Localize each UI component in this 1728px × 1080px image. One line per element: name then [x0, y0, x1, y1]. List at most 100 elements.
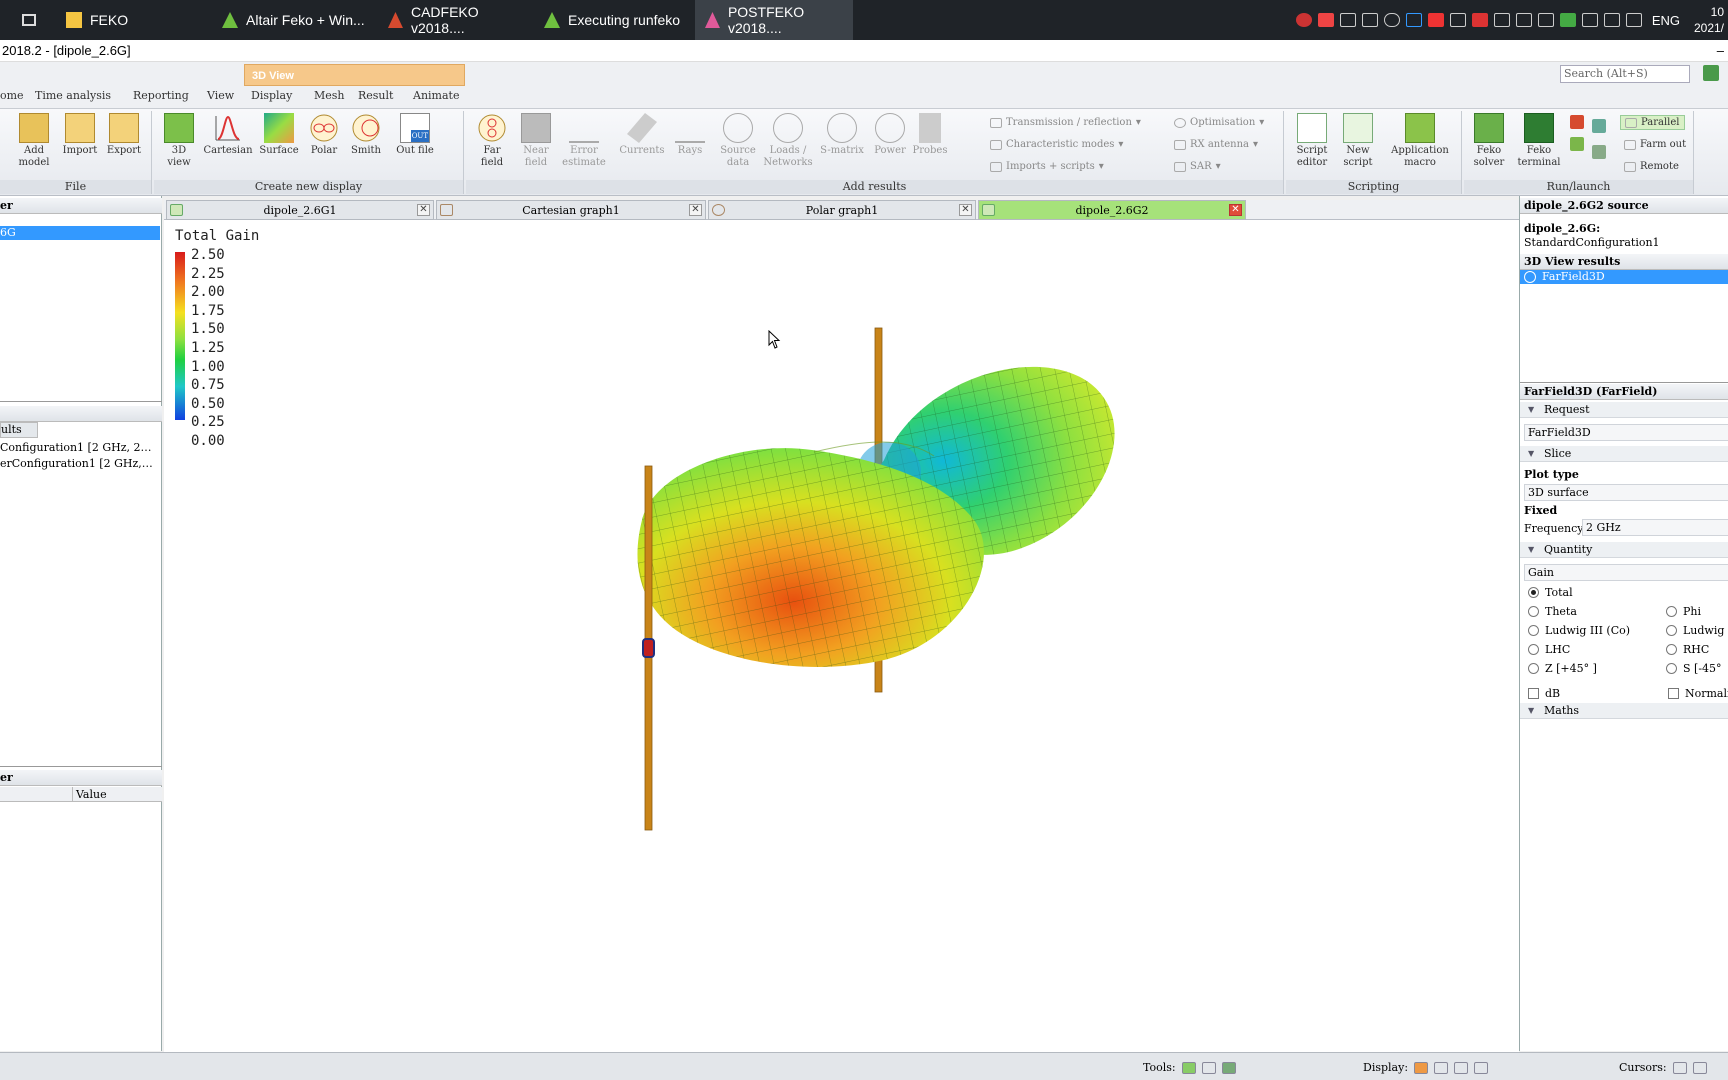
tab-display[interactable]: Display — [251, 89, 292, 102]
close-icon[interactable]: ✕ — [1229, 204, 1242, 216]
context-tab-3d-view[interactable]: 3D View — [244, 64, 465, 86]
radio-ludwig-cx[interactable]: Ludwig I — [1666, 624, 1728, 637]
taskbar-item-altair-feko[interactable]: Altair Feko + Win... — [212, 0, 372, 40]
display-icon[interactable] — [1434, 1061, 1449, 1074]
taskbar-item-runfeko[interactable]: Executing runfeko — [534, 0, 684, 40]
radio-ludwig-co[interactable]: Ludwig III (Co) — [1528, 624, 1630, 637]
probes-button[interactable]: Probes — [910, 113, 950, 157]
tray-app-icon[interactable] — [1427, 13, 1444, 27]
tab-dipole-2-6g1[interactable]: dipole_2.6G1 ✕ — [166, 200, 434, 220]
model-tree-item-selected[interactable]: 6G — [0, 226, 160, 240]
display-icon[interactable] — [1474, 1061, 1489, 1074]
plot-type-select[interactable]: 3D surface — [1524, 484, 1728, 501]
taskbar-item-feko-folder[interactable]: FEKO — [56, 0, 206, 40]
script-editor-button[interactable]: Script editor — [1290, 113, 1334, 169]
tab-cartesian-graph1[interactable]: Cartesian graph1 ✕ — [436, 200, 706, 220]
display-icon[interactable] — [1414, 1061, 1429, 1074]
cartesian-button[interactable]: Cartesian — [202, 113, 254, 157]
tab-animate[interactable]: Animate — [413, 89, 459, 102]
tray-app-icon[interactable] — [1471, 13, 1488, 27]
request-select[interactable]: FarField3D — [1524, 424, 1728, 441]
postfeko-launch-icon[interactable] — [1570, 137, 1584, 151]
radio-s45[interactable]: S [-45° — [1666, 662, 1722, 675]
radio-lhc[interactable]: LHC — [1528, 643, 1570, 656]
transmission-reflection-button[interactable]: Transmission / reflection ▾ — [990, 117, 1141, 128]
editfeko-launch-icon[interactable] — [1592, 119, 1606, 133]
polar-button[interactable]: Polar — [304, 113, 344, 157]
tool-icon[interactable] — [1201, 1061, 1216, 1074]
taskbar-item-cadfeko[interactable]: CADFEKO v2018.... — [378, 0, 528, 40]
export-button[interactable]: Export — [102, 113, 146, 157]
result-item-farfield3d[interactable]: FarField3D — [1520, 270, 1728, 284]
tool-icon[interactable] — [1221, 1061, 1236, 1074]
smith-button[interactable]: Smith — [346, 113, 386, 157]
network-icon[interactable] — [1559, 13, 1576, 27]
quantity-section-toggle[interactable]: Quantity — [1520, 542, 1728, 558]
wifi-icon[interactable] — [1625, 13, 1642, 27]
minimize-icon[interactable]: – — [1717, 40, 1724, 62]
task-view-button[interactable] — [12, 0, 46, 40]
tray-app-icon[interactable] — [1449, 13, 1466, 27]
tray-app-icon[interactable] — [1493, 13, 1510, 27]
3d-viewport[interactable]: Total Gain 2.50 2.25 2.00 1.75 1.50 1.25… — [164, 220, 1519, 1052]
currents-button[interactable]: Currents — [616, 113, 668, 157]
tray-app-icon[interactable] — [1537, 13, 1554, 27]
search-input[interactable]: Search (Alt+S) — [1560, 65, 1690, 83]
rx-antenna-button[interactable]: RX antenna ▾ — [1174, 139, 1258, 150]
tab-mesh[interactable]: Mesh — [314, 89, 345, 102]
volume-icon[interactable] — [1603, 13, 1620, 27]
printer-icon[interactable] — [1361, 13, 1378, 27]
near-field-button[interactable]: Near field — [516, 113, 556, 169]
feko-terminal-button[interactable]: Feko terminal — [1514, 113, 1564, 169]
tab-dipole-2-6g2[interactable]: dipole_2.6G2 ✕ — [978, 200, 1246, 220]
close-icon[interactable]: ✕ — [689, 204, 702, 216]
surface-button[interactable]: Surface — [256, 113, 302, 157]
bluetooth-icon[interactable] — [1405, 13, 1422, 27]
tab-time-analysis[interactable]: Time analysis — [35, 89, 111, 102]
tool-icon[interactable] — [1181, 1061, 1196, 1074]
s-matrix-button[interactable]: S-matrix — [816, 113, 868, 157]
tab-polar-graph1[interactable]: Polar graph1 ✕ — [708, 200, 976, 220]
new-script-button[interactable]: New script — [1336, 113, 1380, 169]
monitor-icon[interactable] — [1581, 13, 1598, 27]
db-checkbox[interactable]: dB — [1528, 687, 1560, 700]
taskbar-item-postfeko[interactable]: POSTFEKO v2018.... — [695, 0, 853, 40]
tab-view[interactable]: View — [207, 89, 234, 102]
far-field-3d-plot[interactable] — [164, 220, 1519, 1052]
characteristic-modes-button[interactable]: Characteristic modes ▾ — [990, 139, 1123, 150]
sar-button[interactable]: SAR ▾ — [1174, 161, 1221, 172]
rays-button[interactable]: Rays — [670, 113, 710, 157]
list-item[interactable]: erConfiguration1 [2 GHz,… — [0, 457, 160, 470]
optfeko-launch-icon[interactable] — [1592, 145, 1606, 159]
power-button[interactable]: Power — [870, 113, 910, 157]
close-icon[interactable]: ✕ — [959, 204, 972, 216]
cloud-icon[interactable] — [1383, 13, 1400, 27]
loads-networks-button[interactable]: Loads / Networks — [762, 113, 814, 169]
request-section-toggle[interactable]: Request — [1520, 402, 1728, 418]
quantity-select[interactable]: Gain — [1524, 564, 1728, 581]
tab-result[interactable]: Result — [358, 89, 393, 102]
tray-app-icon[interactable] — [1295, 13, 1312, 27]
far-field-button[interactable]: Far field — [472, 113, 512, 169]
3d-view-button[interactable]: 3D view — [158, 113, 200, 169]
source-data-button[interactable]: Source data — [716, 113, 760, 169]
add-model-button[interactable]: Add model — [12, 113, 56, 169]
parallel-toggle[interactable]: Parallel — [1620, 115, 1685, 130]
usb-icon[interactable] — [1515, 13, 1532, 27]
frequency-select[interactable]: 2 GHz — [1582, 519, 1728, 536]
radio-total[interactable]: Total — [1528, 586, 1573, 599]
feko-solver-button[interactable]: Feko solver — [1466, 113, 1512, 169]
slice-section-toggle[interactable]: Slice — [1520, 446, 1728, 462]
cursor-icon[interactable] — [1692, 1061, 1707, 1074]
radio-rhc[interactable]: RHC — [1666, 643, 1709, 656]
error-estimate-button[interactable]: Error estimate — [558, 113, 610, 169]
clock[interactable]: 10 2021/ — [1694, 4, 1724, 36]
input-language[interactable]: ENG — [1652, 13, 1680, 28]
radio-theta[interactable]: Theta — [1528, 605, 1577, 618]
maths-section-toggle[interactable]: Maths — [1520, 703, 1728, 719]
tab-results[interactable]: ults — [0, 422, 38, 438]
tab-reporting[interactable]: Reporting — [133, 89, 189, 102]
radio-phi[interactable]: Phi — [1666, 605, 1701, 618]
close-icon[interactable]: ✕ — [417, 204, 430, 216]
optimisation-button[interactable]: Optimisation ▾ — [1174, 117, 1264, 128]
